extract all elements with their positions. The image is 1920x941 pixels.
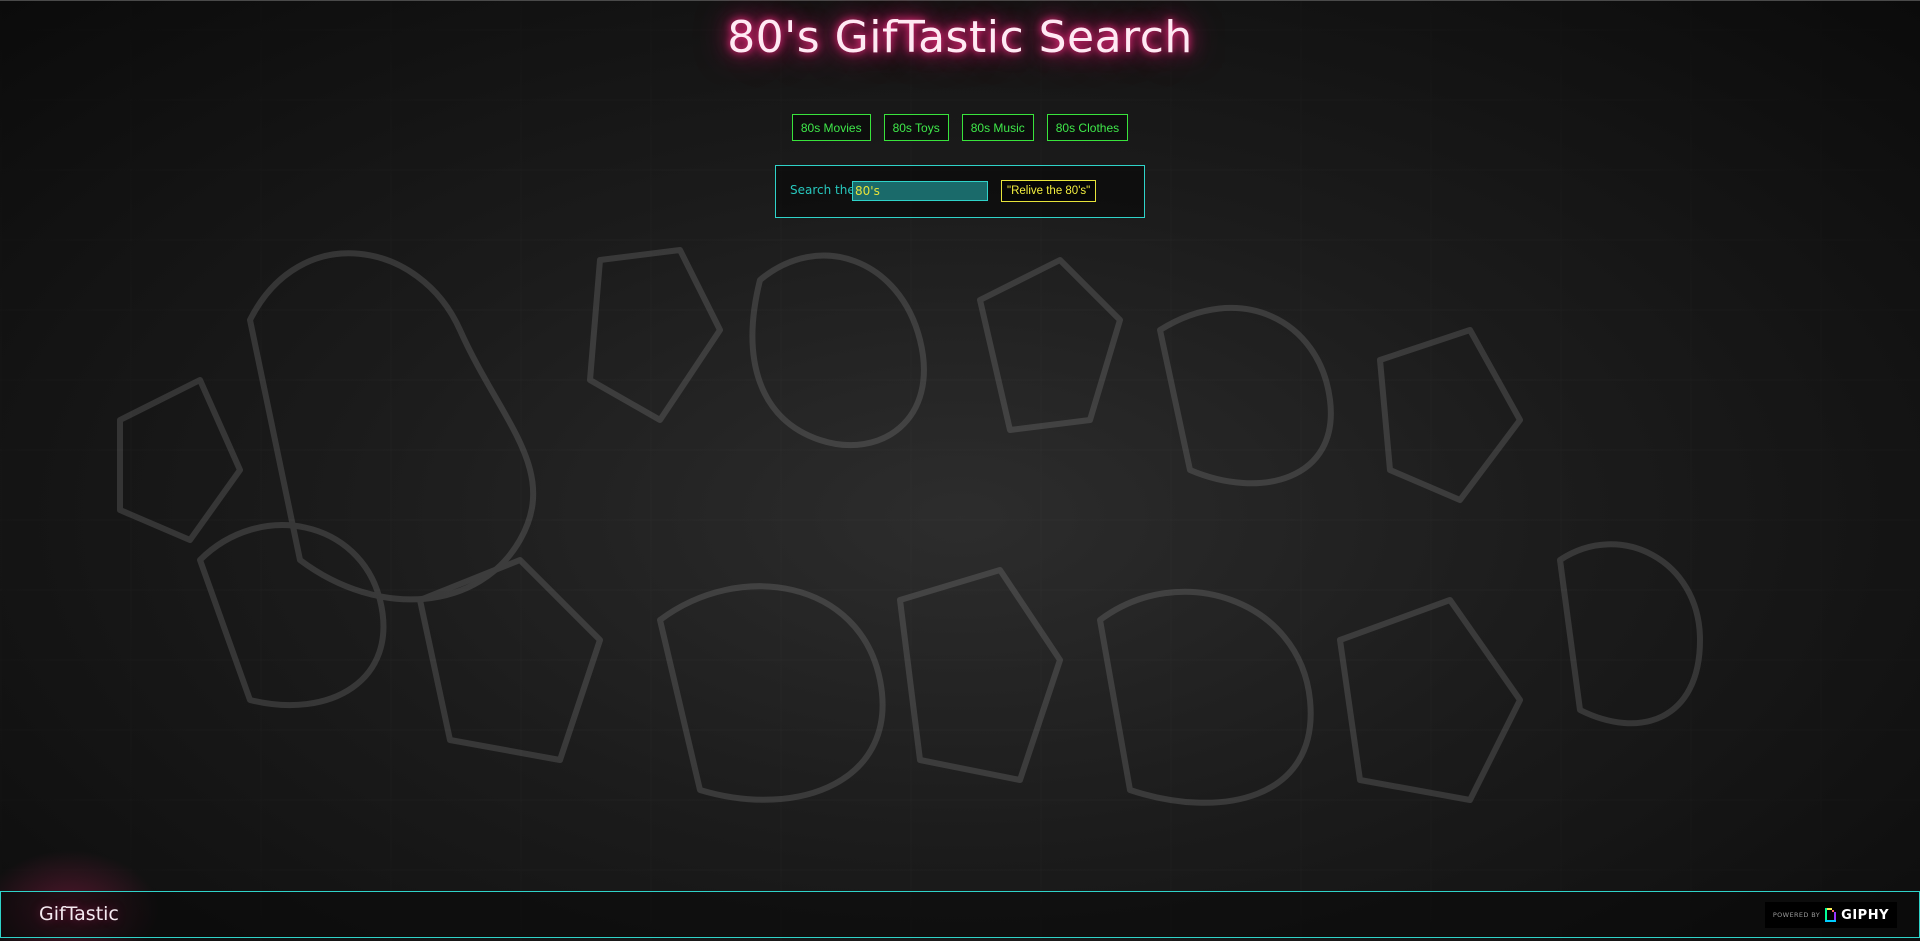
giphy-logo-icon xyxy=(1825,908,1837,922)
search-input[interactable] xyxy=(852,181,988,201)
top-border xyxy=(0,0,1920,1)
giphy-wordmark: GIPHY xyxy=(1841,907,1889,923)
page-title: 80's GifTastic Search xyxy=(727,12,1193,63)
category-button-80s-music[interactable]: 80s Music xyxy=(961,114,1034,141)
search-label: Search the xyxy=(790,183,855,197)
page-background: 80's GifTastic Search 80s Movies 80s Toy… xyxy=(0,0,1920,941)
relive-the-80s-button[interactable]: "Relive the 80's" xyxy=(1001,180,1097,202)
search-panel: Search the "Relive the 80's" xyxy=(775,165,1145,218)
category-button-80s-clothes[interactable]: 80s Clothes xyxy=(1046,114,1129,141)
category-button-80s-movies[interactable]: 80s Movies xyxy=(791,114,871,141)
graffiti-wall-background xyxy=(117,247,1703,806)
powered-by-giphy-badge[interactable]: POWERED BY GIPHY xyxy=(1764,902,1897,928)
category-button-80s-toys[interactable]: 80s Toys xyxy=(883,114,949,141)
footer-brand: GifTastic xyxy=(39,903,119,925)
powered-by-label: POWERED BY xyxy=(1772,911,1821,919)
footer: GifTastic POWERED BY GIPHY xyxy=(0,891,1920,938)
category-button-row: 80s Movies 80s Toys 80s Music 80s Clothe… xyxy=(0,114,1920,141)
